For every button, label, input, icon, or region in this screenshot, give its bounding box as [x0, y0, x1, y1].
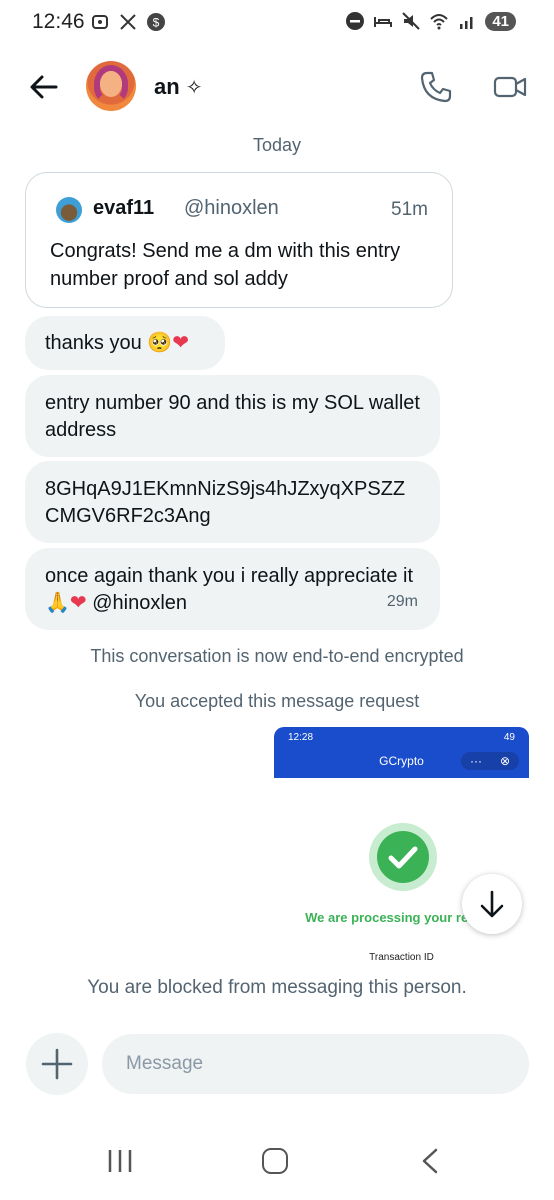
phone-icon: [420, 71, 452, 103]
plus-icon: [41, 1048, 73, 1080]
recent-apps-button[interactable]: [106, 1148, 134, 1174]
contact-name-text: an: [154, 74, 180, 99]
embedded-status-battery: 49: [503, 732, 515, 743]
quoted-author-handle: @hinoxlen: [184, 197, 279, 219]
heart-emoji: ❤: [69, 592, 87, 614]
x-app-icon: [118, 12, 138, 32]
quoted-post-text: Congrats! Send me a dm with this entry n…: [50, 240, 401, 290]
mute-icon: [401, 11, 421, 31]
arrow-down-icon: [480, 890, 504, 918]
message-time: 29m: [386, 593, 418, 610]
contact-name[interactable]: an ✧: [154, 74, 202, 100]
message-bubble[interactable]: entry number 90 and this is my SOL walle…: [25, 375, 440, 457]
sparkle-icon: ✧: [185, 77, 203, 99]
message-mention[interactable]: @hinoxlen: [92, 592, 187, 614]
status-time: 12:46: [32, 10, 85, 33]
back-arrow-icon: [30, 75, 58, 99]
day-separator: Today: [252, 135, 302, 155]
heart-emoji: ❤: [172, 332, 189, 354]
scroll-to-bottom-button[interactable]: [462, 874, 522, 934]
transaction-id-label: Transaction ID: [369, 952, 434, 963]
back-button[interactable]: [26, 69, 62, 105]
close-circle-icon: ⊗: [499, 754, 511, 768]
wifi-icon: [429, 11, 449, 31]
conversation-header: an ✧: [0, 55, 554, 125]
quoted-author-name: evaf11: [93, 197, 155, 219]
signal-icon: [457, 11, 477, 31]
do-not-disturb-icon: [345, 11, 365, 31]
message-bubble[interactable]: once again thank you i really appreciate…: [25, 548, 440, 630]
message-bubble[interactable]: 8GHqA9J1EKmnNizS9js4hJZxyqXPSZZ CMGV6RF2…: [25, 461, 440, 543]
video-camera-icon: [493, 76, 527, 98]
more-dots-icon: ···: [469, 754, 482, 768]
message-input[interactable]: [102, 1034, 529, 1094]
call-button[interactable]: [418, 69, 454, 105]
embedded-app-bar: 12:28 49 GCrypto ··· ⊗: [274, 727, 529, 778]
quoted-author-avatar: [56, 197, 82, 223]
video-call-button[interactable]: [492, 69, 528, 105]
status-bar: 12:46 $ 41: [0, 0, 554, 50]
encryption-notice: This conversation is now end-to-end encr…: [90, 646, 464, 666]
quoted-post-card[interactable]: evaf11 @hinoxlen 51m Congrats! Send me a…: [25, 172, 453, 308]
screenshot-icon: [90, 12, 110, 32]
image-message[interactable]: 12:28 49 GCrypto ··· ⊗ We are processing…: [274, 727, 529, 977]
blocked-notice: You are blocked from messaging this pers…: [87, 977, 467, 998]
message-text: 8GHqA9J1EKmnNizS9js4hJZxyqXPSZZ CMGV6RF2…: [45, 478, 406, 527]
status-left-icons: $: [90, 12, 166, 32]
home-button[interactable]: [262, 1148, 288, 1174]
contact-avatar[interactable]: [86, 61, 136, 111]
request-accepted-notice: You accepted this message request: [134, 691, 420, 711]
message-bubble[interactable]: thanks you 🥺❤: [25, 316, 225, 370]
message-text: entry number 90 and this is my SOL walle…: [45, 392, 420, 441]
dollar-circle-icon: $: [146, 12, 166, 32]
recent-apps-icon: [108, 1150, 132, 1172]
embedded-status-time: 12:28: [288, 732, 314, 743]
sleep-mode-icon: [373, 11, 393, 31]
chevron-left-icon: [422, 1148, 438, 1174]
message-text: thanks you 🥺: [45, 332, 173, 354]
svg-text:$: $: [153, 16, 160, 30]
battery-indicator: 41: [485, 11, 516, 31]
quoted-post-time: 51m: [391, 199, 428, 220]
checkmark-icon: [377, 831, 429, 883]
embedded-menu-pill: ··· ⊗: [461, 752, 519, 770]
status-right-icons: 41: [345, 11, 516, 31]
system-back-button[interactable]: [420, 1148, 440, 1174]
add-attachment-button[interactable]: [26, 1033, 88, 1095]
